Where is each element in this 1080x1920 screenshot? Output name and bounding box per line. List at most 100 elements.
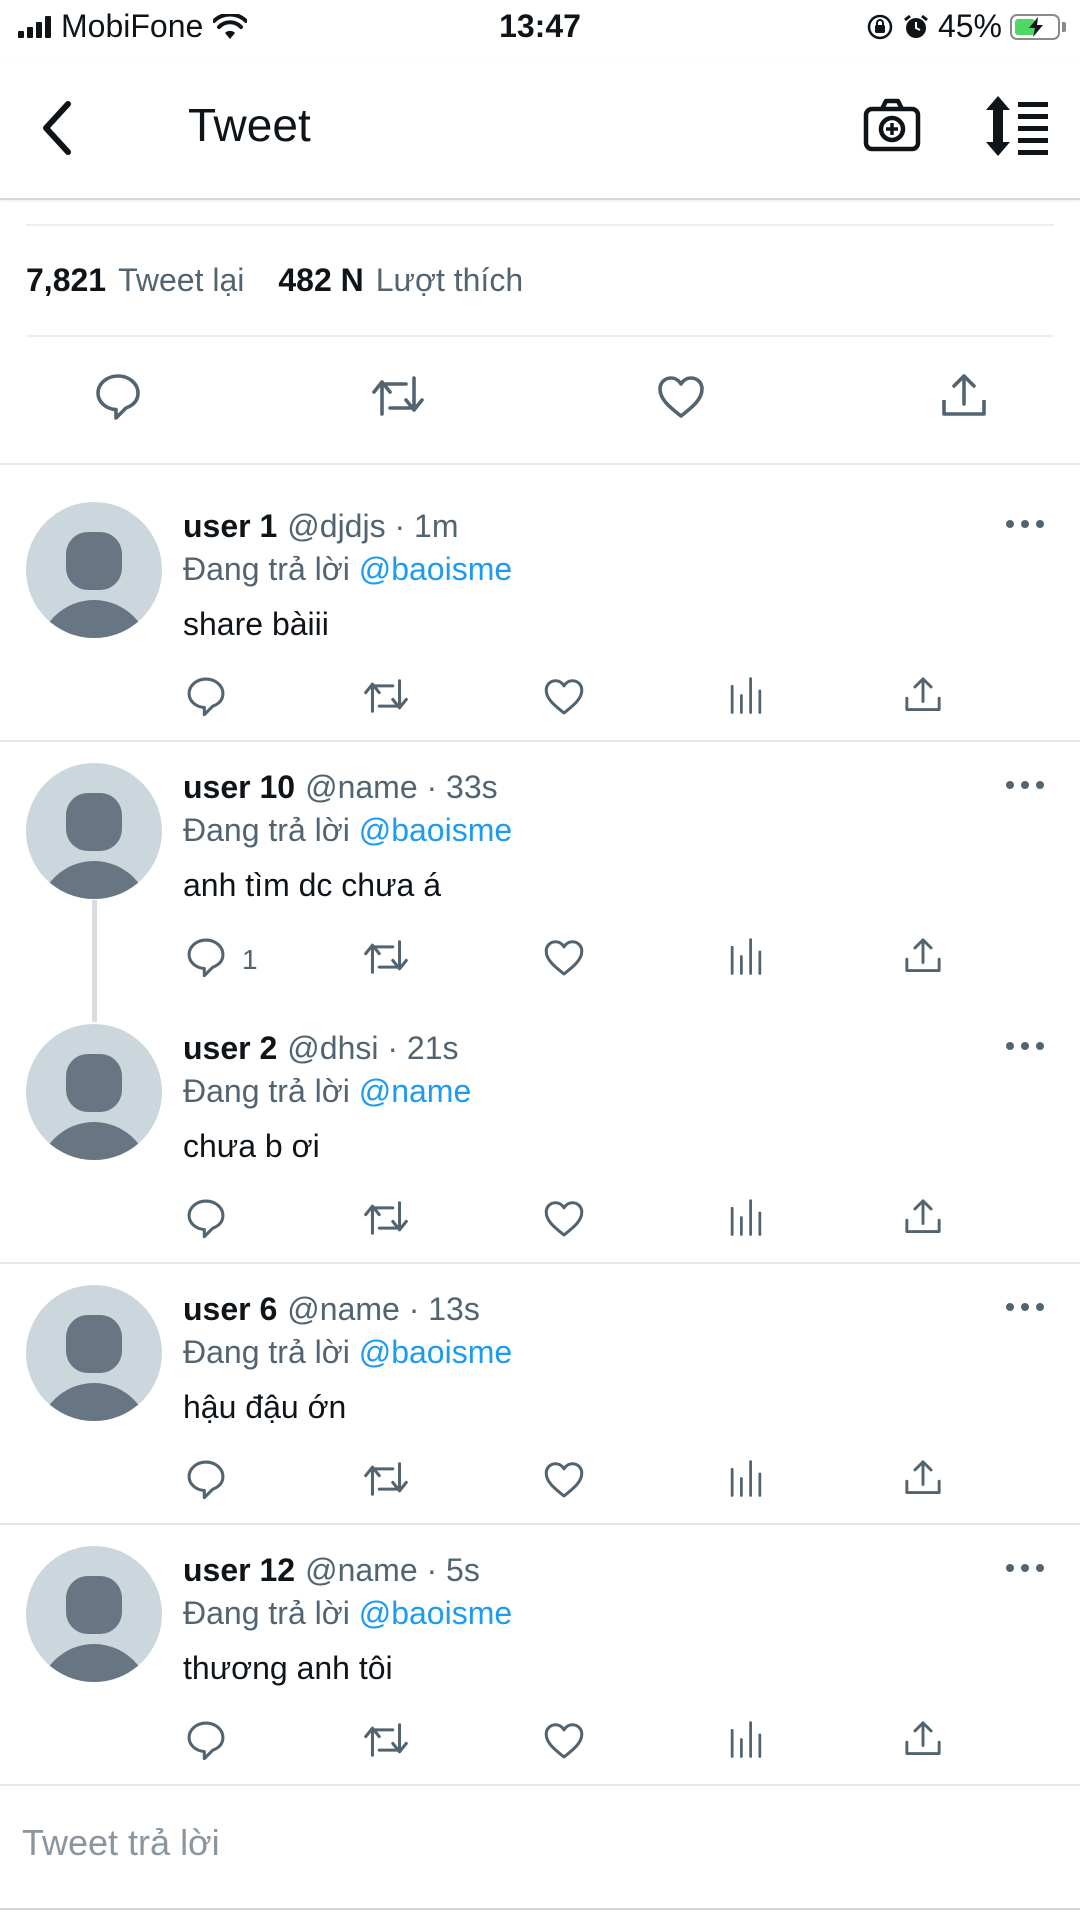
handle-time: @djdjs · 1m [287, 508, 459, 544]
share-button[interactable] [902, 1457, 944, 1504]
user-name[interactable]: user 10 [183, 769, 295, 805]
more-options-icon[interactable] [1006, 520, 1044, 532]
like-button[interactable] [542, 674, 586, 723]
replying-to: Đang trả lời @baoisme [183, 551, 512, 588]
like-icon[interactable] [655, 370, 707, 422]
user-name[interactable]: user 2 [183, 1030, 277, 1066]
analytics-button[interactable] [726, 1457, 766, 1502]
share-button[interactable] [902, 935, 944, 982]
avatar[interactable] [26, 1546, 162, 1682]
reply-composer [0, 1786, 1080, 1906]
like-icon [542, 1718, 586, 1767]
analytics-icon [726, 1196, 766, 1241]
avatar[interactable] [26, 763, 162, 899]
analytics-icon [726, 674, 766, 719]
more-options-icon[interactable] [1006, 1564, 1044, 1576]
avatar[interactable] [26, 1024, 162, 1160]
divider [0, 1262, 1080, 1264]
divider [0, 463, 1080, 465]
like-button[interactable] [542, 1457, 586, 1506]
sort-replies-icon[interactable] [984, 96, 1050, 156]
retweet-icon[interactable] [370, 370, 426, 422]
user-name[interactable]: user 12 [183, 1552, 295, 1588]
retweet-icon [362, 1457, 410, 1506]
reply-icon[interactable] [92, 370, 144, 422]
retweets-label[interactable]: Tweet lại [118, 262, 244, 299]
share-icon [902, 935, 944, 982]
share-button[interactable] [902, 674, 944, 721]
status-right: 45% [866, 8, 1066, 45]
likes-label[interactable]: Lượt thích [376, 262, 523, 299]
mention-link[interactable]: @baoisme [359, 812, 512, 848]
user-name[interactable]: user 6 [183, 1291, 277, 1327]
like-button[interactable] [542, 1196, 586, 1245]
analytics-button[interactable] [726, 935, 766, 980]
avatar[interactable] [26, 502, 162, 638]
more-options-icon[interactable] [1006, 1042, 1044, 1054]
reply-tweet[interactable]: user 1 @djdjs · 1m Đang trả lời @baoisme sh… [0, 490, 1080, 730]
retweets-count[interactable]: 7,821 [26, 262, 106, 299]
handle-time: @name · 5s [305, 1552, 480, 1588]
handle-time: @dhsi · 21s [287, 1030, 459, 1066]
mention-link[interactable]: @baoisme [359, 551, 512, 587]
retweet-button[interactable] [362, 1718, 410, 1767]
retweet-button[interactable] [362, 674, 410, 723]
divider [26, 335, 1054, 337]
reply-button[interactable] [184, 674, 242, 723]
more-options-icon[interactable] [1006, 1303, 1044, 1315]
mention-link[interactable]: @baoisme [359, 1334, 512, 1370]
like-button[interactable] [542, 935, 586, 984]
analytics-icon [726, 935, 766, 980]
analytics-button[interactable] [726, 674, 766, 719]
replying-to: Đang trả lời @baoisme [183, 1334, 512, 1371]
likes-count[interactable]: 482 N [278, 262, 363, 299]
reply-tweet[interactable]: user 10 @name · 33s Đang trả lời @baoisme a… [0, 751, 1080, 991]
reply-icon [184, 1457, 228, 1506]
reply-icon [184, 1718, 228, 1767]
more-options-icon[interactable] [1006, 781, 1044, 793]
status-bar: MobiFone 13:47 45% [0, 0, 1080, 56]
tweet-actions [0, 1457, 1080, 1507]
mention-link[interactable]: @name [359, 1073, 472, 1109]
mention-link[interactable]: @baoisme [359, 1595, 512, 1631]
main-tweet-actions [0, 370, 1080, 460]
back-arrow-icon[interactable] [36, 96, 80, 160]
analytics-button[interactable] [726, 1718, 766, 1763]
user-name[interactable]: user 1 [183, 508, 277, 544]
retweet-button[interactable] [362, 1457, 410, 1506]
like-button[interactable] [542, 1718, 586, 1767]
tweet-text: share bàiii [183, 606, 329, 642]
share-icon[interactable] [938, 370, 990, 422]
reply-button[interactable] [184, 1457, 242, 1506]
reply-tweet[interactable]: user 6 @name · 13s Đang trả lời @baoisme hậ… [0, 1273, 1080, 1513]
reply-button[interactable]: 1 [184, 935, 258, 984]
share-button[interactable] [902, 1196, 944, 1243]
reply-tweet[interactable]: user 2 @dhsi · 21s Đang trả lời @name chưa … [0, 1012, 1080, 1252]
handle-time: @name · 13s [287, 1291, 480, 1327]
like-icon [542, 674, 586, 723]
replying-to: Đang trả lời @baoisme [183, 1595, 512, 1632]
replying-to-label: Đang trả lời [183, 1595, 350, 1631]
avatar[interactable] [26, 1285, 162, 1421]
tweet-text: chưa b ơi [183, 1128, 320, 1164]
reply-tweet[interactable]: user 12 @name · 5s Đang trả lời @baoisme th… [0, 1534, 1080, 1774]
thread-connector [92, 900, 97, 1022]
reply-button[interactable] [184, 1196, 242, 1245]
retweet-button[interactable] [362, 935, 410, 984]
camera-add-icon[interactable] [862, 96, 922, 156]
retweet-icon [362, 674, 410, 723]
analytics-button[interactable] [726, 1196, 766, 1241]
share-icon [902, 1457, 944, 1504]
share-icon [902, 674, 944, 721]
divider [26, 224, 1054, 226]
share-icon [902, 1196, 944, 1243]
share-button[interactable] [902, 1718, 944, 1765]
tweet-actions [0, 674, 1080, 724]
tweet-stats: 7,821 Tweet lại 482 N Lượt thích [26, 262, 557, 299]
retweet-icon [362, 1718, 410, 1767]
retweet-button[interactable] [362, 1196, 410, 1245]
reply-count: 1 [242, 943, 258, 975]
reply-button[interactable] [184, 1718, 242, 1767]
reply-input[interactable] [22, 1822, 922, 1864]
share-icon [902, 1718, 944, 1765]
